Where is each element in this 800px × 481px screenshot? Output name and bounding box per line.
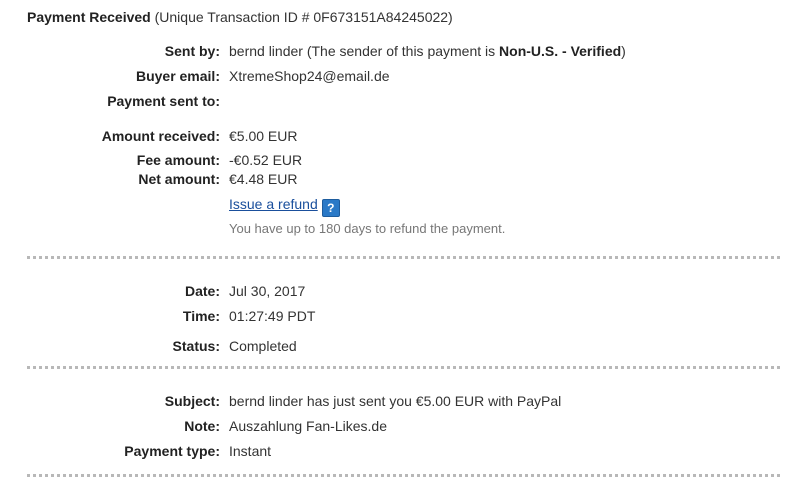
payment-sent-to-row: Payment sent to: [0,91,800,111]
section-divider-3 [27,474,780,477]
time-row: Time: 01:27:49 PDT [0,306,800,326]
sender-status-suffix: ) [621,43,626,59]
issue-refund-link[interactable]: Issue a refund [229,196,318,212]
refund-note-row: You have up to 180 days to refund the pa… [0,219,800,239]
subject-row: Subject: bernd linder has just sent you … [0,391,800,411]
time-label: Time: [182,308,220,324]
date-label: Date: [184,283,220,299]
status-value: Completed [229,338,297,354]
sender-status: Non-U.S. - Verified [499,43,622,59]
refund-note: You have up to 180 days to refund the pa… [229,221,506,236]
subject-label: Subject: [164,393,220,409]
sent-by-row: Sent by: bernd linder (The sender of thi… [0,41,800,61]
transaction-id: (Unique Transaction ID # 0F673151A842450… [154,9,453,25]
amount-received-row: Amount received: €5.00 EUR [0,126,800,146]
buyer-email-value: XtremeShop24@email.de [229,68,390,84]
net-amount-value: €4.48 EUR [229,171,298,187]
fee-amount-row: Fee amount: -€0.52 EUR [0,150,800,170]
subject-value: bernd linder has just sent you €5.00 EUR… [229,393,562,409]
sent-by-value: bernd linder (The sender of this payment… [229,41,626,61]
buyer-email-row: Buyer email: XtremeShop24@email.de [0,66,800,86]
payment-details-page: Payment Received (Unique Transaction ID … [0,0,800,481]
payment-type-label: Payment type: [124,443,220,459]
note-row: Note: Auszahlung Fan-Likes.de [0,416,800,436]
page-title: Payment Received [27,9,151,25]
sender-status-prefix: (The sender of this payment is [302,43,500,59]
net-amount-label: Net amount: [138,171,220,187]
payment-type-value: Instant [229,443,272,459]
payment-sent-to-label: Payment sent to: [107,93,220,109]
status-label: Status: [172,338,220,354]
section-divider-1 [27,256,780,259]
date-value: Jul 30, 2017 [229,283,306,299]
section-divider-2 [27,366,780,369]
payment-type-row: Payment type: Instant [0,441,800,461]
date-row: Date: Jul 30, 2017 [0,281,800,301]
fee-amount-value: -€0.52 EUR [229,152,303,168]
status-row: Status: Completed [0,336,800,356]
payment-header: Payment Received (Unique Transaction ID … [27,9,453,25]
note-value: Auszahlung Fan-Likes.de [229,418,387,434]
time-value: 01:27:49 PDT [229,308,316,324]
net-amount-row: Net amount: €4.48 EUR [0,169,800,189]
fee-amount-label: Fee amount: [136,152,220,168]
refund-actions: Issue a refund? [229,194,340,217]
buyer-email-label: Buyer email: [135,68,220,84]
amount-received-label: Amount received: [101,128,220,144]
sent-by-label: Sent by: [164,43,220,59]
amount-received-value: €5.00 EUR [229,128,298,144]
help-question-icon[interactable]: ? [321,199,340,217]
sender-name: bernd linder [229,43,303,59]
refund-row: Issue a refund? [0,194,800,217]
note-label: Note: [184,418,220,434]
